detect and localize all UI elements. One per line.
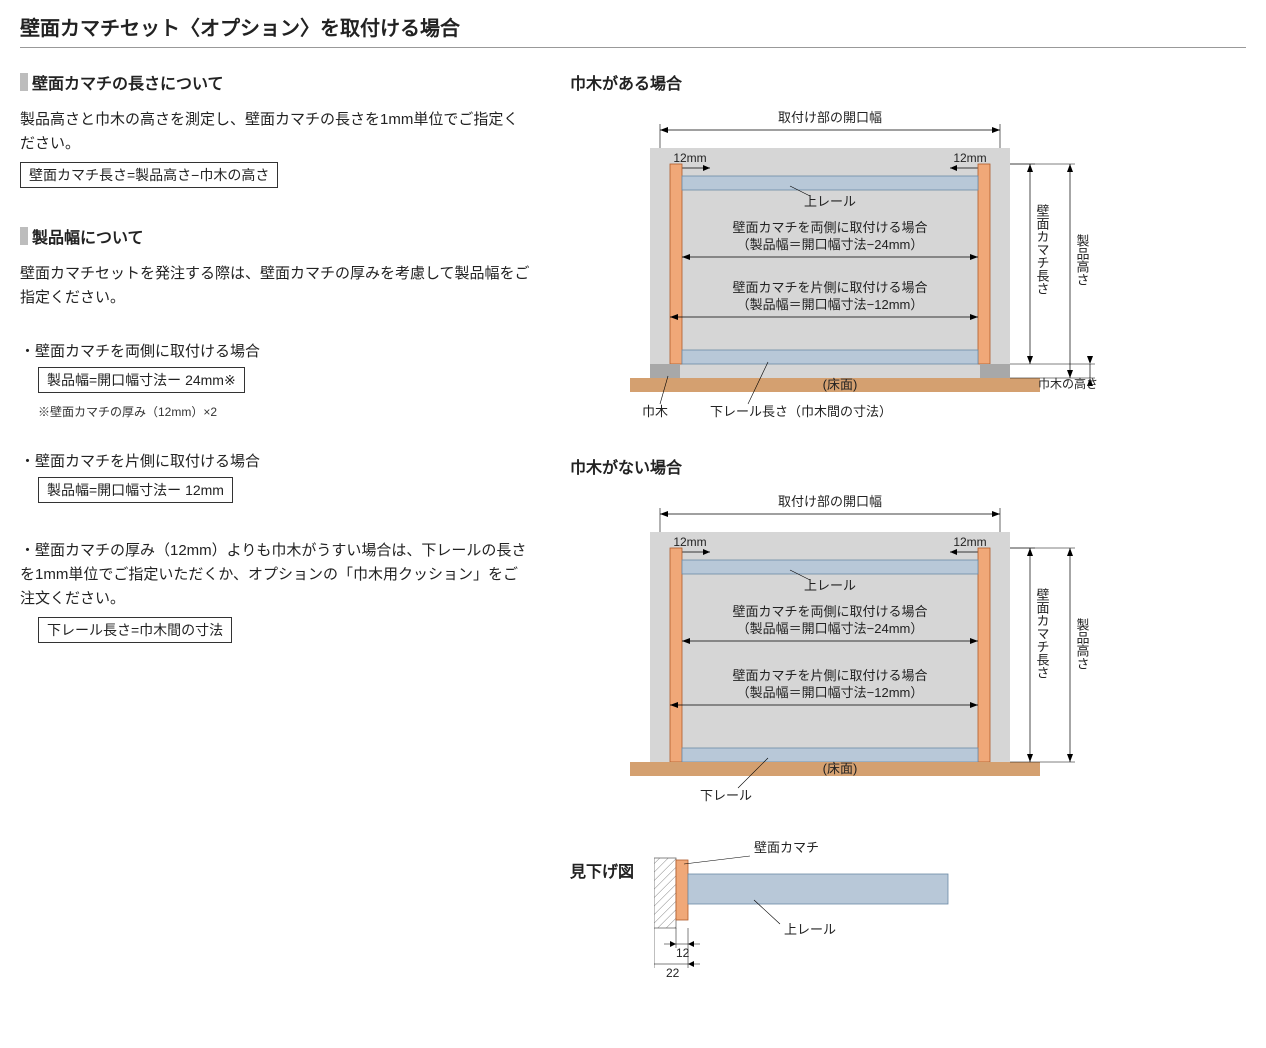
label-floor-1: (床面) [823, 377, 858, 392]
topview-title: 見下げ図 [570, 858, 634, 882]
label-product-h-1: 製品高さ [1075, 234, 1090, 286]
label-one-line1-2: 壁面カマチを片側に取付ける場合 [732, 668, 927, 683]
label-both-line1-1: 壁面カマチを両側に取付ける場合 [732, 220, 927, 235]
left-column: 壁面カマチの長さについて 製品高さと巾木の高さを測定し、壁面カマチの長さを1mm… [20, 70, 530, 1008]
diagram-topview: 見下げ図 壁面カマチ 上レール [570, 838, 1246, 978]
label-floor-2: (床面) [823, 761, 858, 776]
label-baseboard-h-1: 巾木の高さ [1038, 376, 1098, 391]
label-bottom-rail-len-1: 下レール長さ（巾木間の寸法） [710, 404, 892, 419]
diagram-case2: 取付け部の開口幅 12mm 12mm 上レール [570, 488, 1246, 808]
label-product-h-2: 製品高さ [1075, 618, 1090, 670]
note-both-sides: ※壁面カマチの厚み（12mm）×2 [38, 403, 530, 420]
label-one-side: ・壁面カマチを片側に取付ける場合 [20, 450, 530, 471]
heading-kamachi-length: 壁面カマチの長さについて [20, 70, 530, 94]
label-both-line2-2: （製品幅＝開口幅寸法−24mm） [737, 621, 924, 636]
label-12mm-right-1: 12mm [953, 151, 986, 165]
formula-bottom-rail: 下レール長さ=巾木間の寸法 [38, 617, 232, 643]
label-one-line2-2: （製品幅＝開口幅寸法−12mm） [737, 685, 924, 700]
para-product-width: 壁面カマチセットを発注する際は、壁面カマチの厚みを考慮して製品幅をご指定ください… [20, 262, 530, 310]
section-product-width: 製品幅について 壁面カマチセットを発注する際は、壁面カマチの厚みを考慮して製品幅… [20, 224, 530, 310]
label-dim-12: 12 [676, 946, 690, 960]
label-kamachi-len-2: 壁面カマチ長さ [1035, 588, 1050, 679]
label-baseboard-1: 巾木 [642, 404, 668, 419]
para-thin-baseboard: ・壁面カマチの厚み（12mm）よりも巾木がうすい場合は、下レールの長さを1mm単… [20, 539, 530, 611]
para-kamachi-length: 製品高さと巾木の高さを測定し、壁面カマチの長さを1mm単位でご指定ください。 [20, 108, 530, 156]
formula-one-side: 製品幅=開口幅寸法ー 12mm [38, 477, 233, 503]
section-kamachi-length: 壁面カマチの長さについて 製品高さと巾木の高さを測定し、壁面カマチの長さを1mm… [20, 70, 530, 194]
label-kamachi-topview: 壁面カマチ [754, 840, 819, 855]
page-title: 壁面カマチセット〈オプション〉を取付ける場合 [20, 12, 1246, 48]
label-12mm-left-2: 12mm [673, 535, 706, 549]
diagram-case1: 取付け部の開口幅 12mm 12mm [570, 104, 1246, 424]
formula-both-sides: 製品幅=開口幅寸法ー 24mm※ [38, 367, 245, 393]
label-opening-width-1: 取付け部の開口幅 [778, 110, 882, 125]
label-one-line1-1: 壁面カマチを片側に取付ける場合 [732, 280, 927, 295]
label-both-line1-2: 壁面カマチを両側に取付ける場合 [732, 604, 927, 619]
heading-product-width: 製品幅について [20, 224, 530, 248]
label-opening-width-2: 取付け部の開口幅 [778, 494, 882, 509]
label-kamachi-len-1: 壁面カマチ長さ [1035, 204, 1050, 295]
label-top-rail-1: 上レール [804, 194, 856, 209]
item-thin-baseboard: ・壁面カマチの厚み（12mm）よりも巾木がうすい場合は、下レールの長さを1mm単… [20, 539, 530, 649]
label-both-sides: ・壁面カマチを両側に取付ける場合 [20, 340, 530, 361]
label-bottom-rail-2: 下レール [700, 788, 752, 803]
label-12mm-right-2: 12mm [953, 535, 986, 549]
label-top-rail-2: 上レール [804, 578, 856, 593]
label-dim-22: 22 [666, 966, 680, 978]
label-one-line2-1: （製品幅＝開口幅寸法−12mm） [737, 297, 924, 312]
formula-kamachi-length: 壁面カマチ長さ=製品高さ−巾木の高さ [20, 162, 278, 188]
right-column: 巾木がある場合 取付け部の開口幅 12mm 12mm [570, 70, 1246, 1008]
label-12mm-left-1: 12mm [673, 151, 706, 165]
item-one-side: ・壁面カマチを片側に取付ける場合 製品幅=開口幅寸法ー 12mm [20, 450, 530, 509]
label-both-line2-1: （製品幅＝開口幅寸法−24mm） [737, 237, 924, 252]
item-both-sides: ・壁面カマチを両側に取付ける場合 製品幅=開口幅寸法ー 24mm※ ※壁面カマチ… [20, 340, 530, 420]
case1-title: 巾木がある場合 [570, 70, 1246, 94]
label-top-rail-topview: 上レール [784, 922, 836, 937]
case2-title: 巾木がない場合 [570, 454, 1246, 478]
